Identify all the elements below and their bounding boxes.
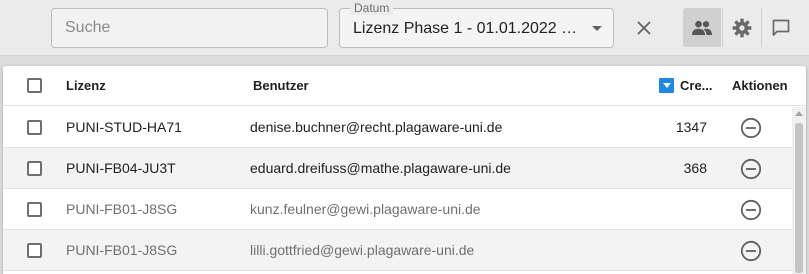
search-input[interactable]	[52, 9, 327, 47]
row-checkbox[interactable]	[27, 120, 42, 135]
minus-circle-icon	[740, 117, 762, 139]
credits-cell: 1347	[675, 119, 707, 135]
datum-label: Datum	[350, 1, 394, 15]
search-box[interactable]	[51, 8, 328, 48]
scrollbar-thumb[interactable]	[795, 123, 803, 273]
scroll-up-icon[interactable]	[795, 111, 803, 116]
select-all-checkbox[interactable]	[27, 78, 42, 93]
row-checkbox[interactable]	[27, 161, 42, 176]
toolbar: Datum Lizenz Phase 1 - 01.01.2022 - 31.1…	[0, 0, 809, 56]
user-cell: denise.buchner@recht.plagaware-uni.de	[250, 119, 503, 135]
table-row[interactable]: PUNI-FB04-JU3T eduard.dreifuss@mathe.pla…	[3, 148, 792, 189]
minus-circle-icon	[740, 199, 762, 221]
users-view-button[interactable]	[683, 8, 721, 47]
comment-icon	[772, 19, 789, 36]
license-cell: PUNI-STUD-HA71	[66, 119, 182, 135]
license-cell: PUNI-FB01-J8SG	[66, 201, 178, 217]
user-cell: lilli.gottfried@gewi.plagaware-uni.de	[250, 242, 475, 258]
table-row[interactable]: PUNI-FB01-J8SG lilli.gottfried@gewi.plag…	[3, 230, 792, 271]
row-checkbox[interactable]	[27, 243, 42, 258]
vertical-scrollbar[interactable]	[792, 107, 806, 274]
settings-button[interactable]	[722, 8, 760, 47]
remove-button[interactable]	[740, 240, 762, 262]
credits-cell: 368	[683, 160, 707, 176]
table-header: Lizenz Benutzer Cre... Aktionen	[3, 66, 806, 106]
license-cell: PUNI-FB04-JU3T	[66, 160, 176, 176]
sort-desc-icon[interactable]	[659, 78, 674, 93]
remove-button[interactable]	[740, 117, 762, 139]
remove-button[interactable]	[740, 199, 762, 221]
table-row[interactable]: PUNI-STUD-HA71 denise.buchner@recht.plag…	[3, 107, 792, 148]
chevron-down-icon[interactable]	[592, 26, 602, 31]
user-cell: kunz.feulner@gewi.plagaware-uni.de	[250, 201, 481, 217]
column-header-credits[interactable]: Cre...	[680, 78, 713, 94]
datum-select[interactable]: Datum Lizenz Phase 1 - 01.01.2022 - 31.1…	[339, 1, 614, 48]
close-icon	[637, 21, 651, 35]
minus-circle-icon	[740, 158, 762, 180]
datum-value: Lizenz Phase 1 - 01.01.2022 - 31.12.2022	[353, 20, 581, 37]
gear-icon	[732, 18, 751, 37]
table-row[interactable]: PUNI-FB01-J8SG kunz.feulner@gewi.plagawa…	[3, 189, 792, 230]
column-header-user[interactable]: Benutzer	[253, 78, 309, 94]
comment-button[interactable]	[761, 8, 799, 47]
clear-button[interactable]	[628, 12, 660, 44]
row-checkbox[interactable]	[27, 202, 42, 217]
column-header-actions: Aktionen	[732, 78, 788, 93]
minus-circle-icon	[740, 240, 762, 262]
remove-button[interactable]	[740, 158, 762, 180]
license-table: Lizenz Benutzer Cre... Aktionen PUNI-STU…	[3, 66, 806, 274]
user-cell: eduard.dreifuss@mathe.plagaware-uni.de	[250, 160, 511, 176]
users-icon	[692, 20, 712, 35]
column-header-license[interactable]: Lizenz	[66, 78, 106, 94]
license-cell: PUNI-FB01-J8SG	[66, 242, 178, 258]
